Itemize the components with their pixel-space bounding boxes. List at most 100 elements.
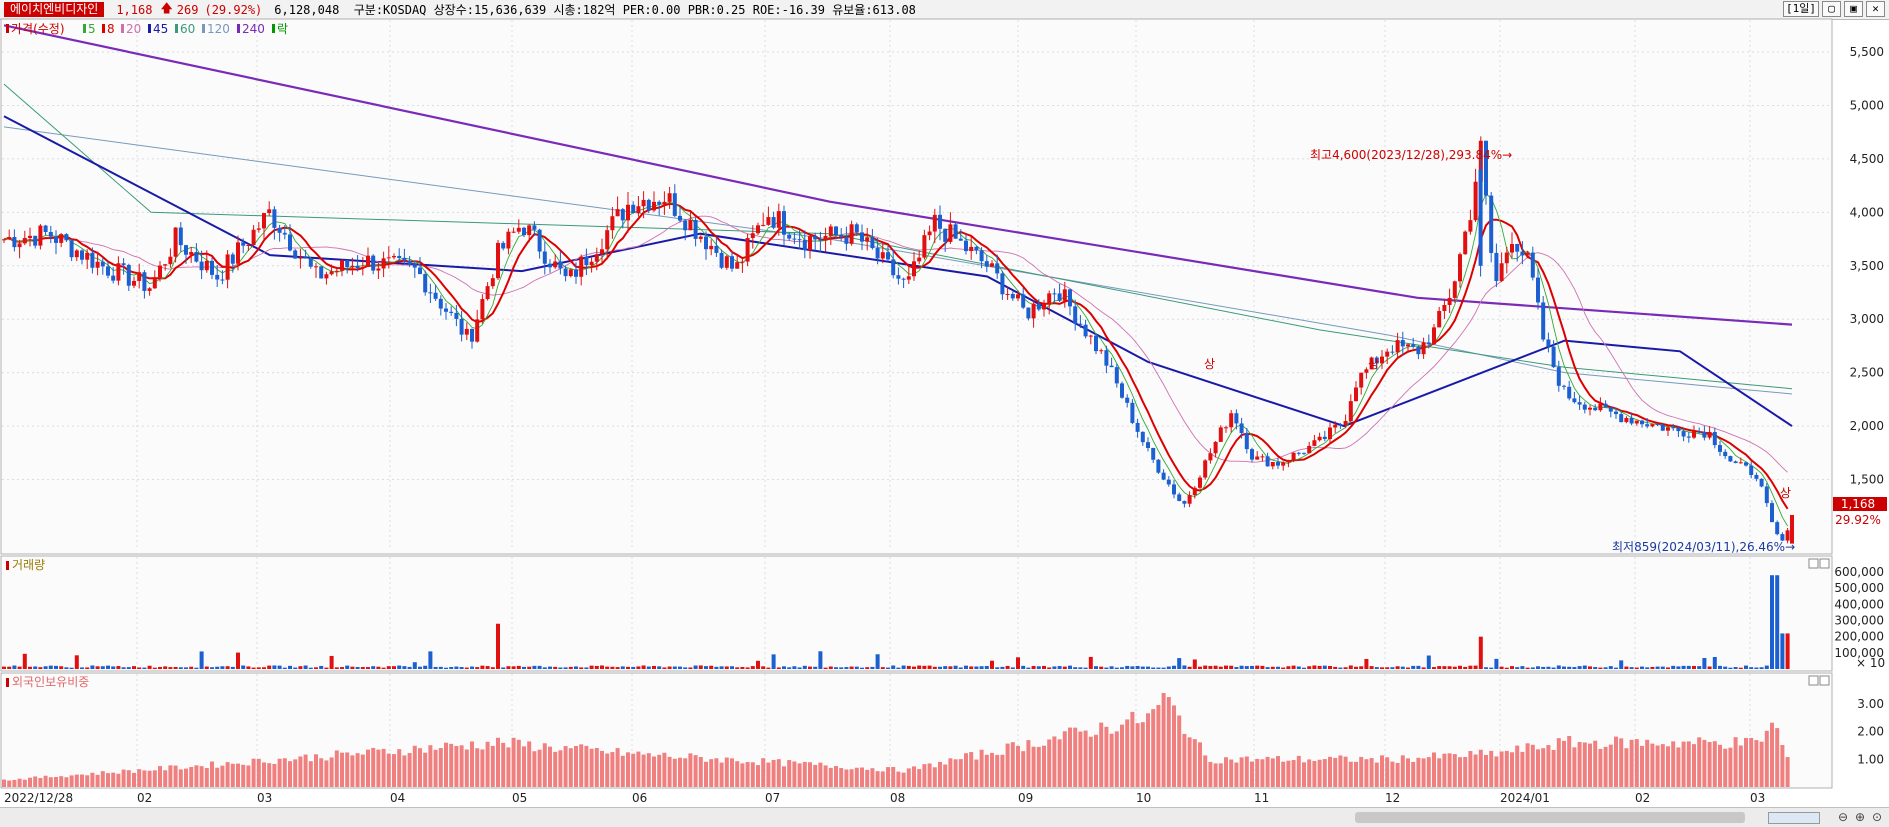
candle-body: [1510, 244, 1514, 253]
volume-bar: [901, 665, 906, 669]
foreign-ratio-bar: [1286, 760, 1291, 787]
volume-bar: [672, 666, 677, 669]
foreign-ratio-bar: [1177, 715, 1182, 787]
foreign-ratio-bar: [1712, 741, 1717, 787]
foreign-ratio-bar: [1728, 747, 1733, 787]
candle-body: [688, 220, 693, 231]
volume-bar: [516, 665, 521, 669]
foreign-ratio-bar: [184, 768, 188, 787]
zoom-in-icon[interactable]: ⊙: [1870, 811, 1884, 824]
volume-bar: [1208, 665, 1213, 669]
foreign-ratio-bar: [1192, 739, 1197, 787]
volume-bar: [1437, 666, 1442, 669]
volume-bar: [1010, 667, 1015, 669]
foreign-ratio-bar: [1525, 743, 1530, 787]
volume-bar: [272, 665, 277, 669]
legend-label: 8: [107, 22, 115, 36]
limit-up-mark: 상: [1368, 357, 1379, 371]
volume-bar: [912, 666, 916, 669]
foreign-ratio-bar: [693, 755, 698, 787]
candle-body: [1546, 339, 1551, 347]
stock-chart[interactable]: 가격(수정) 5 8 20 45 60 120 240 락 최고4,600(2023/12/28…: [0, 0, 1889, 826]
volume-bar: [1452, 666, 1457, 669]
scroll-thumb[interactable]: [1355, 812, 1745, 823]
candle-body: [288, 234, 292, 251]
volume-bar: [1385, 667, 1390, 669]
candle-body: [308, 258, 313, 267]
volume-bar: [787, 667, 792, 669]
candle-body: [537, 229, 542, 252]
candle-body: [59, 234, 64, 243]
volume-bar: [1593, 666, 1598, 669]
foreign-ratio-bar: [444, 742, 448, 787]
volume-y-axis: 600,000500,000400,000300,000200,000100,0…: [1834, 565, 1884, 660]
volume-bar: [1005, 665, 1010, 669]
candle-body: [350, 265, 355, 268]
candle-body: [1712, 431, 1717, 446]
zoom-out-icon[interactable]: ⊕: [1853, 811, 1867, 824]
volume-bar: [641, 665, 646, 669]
foreign-ratio-bar: [1260, 759, 1265, 787]
volume-bar: [1343, 667, 1348, 669]
volume-panel: [0, 555, 1833, 672]
candle-body: [1244, 433, 1249, 450]
candle-body: [1005, 293, 1010, 295]
foreign-ratio-bar: [1364, 759, 1369, 787]
foreign-ratio-bar: [610, 752, 615, 787]
foreign-ratio-bar: [865, 769, 870, 787]
foreign-ratio-bar: [85, 775, 90, 787]
price-panel: [0, 18, 1833, 555]
candle-body: [1395, 340, 1400, 353]
foreign-ratio-bar: [626, 752, 630, 787]
volume-bar: [1640, 666, 1644, 669]
price-tick-label: 4,500: [1850, 152, 1884, 166]
foreign-ratio-bar: [308, 761, 313, 787]
foreign-ratio-bar: [1088, 736, 1093, 787]
foreign-ratio-bar: [511, 737, 516, 787]
volume-bar: [1504, 667, 1509, 669]
zoom-fit-icon[interactable]: ⊖: [1836, 811, 1850, 824]
candle-body: [891, 259, 896, 276]
foreign-ratio-bar: [1234, 762, 1239, 787]
foreign-ratio-bar: [1593, 740, 1598, 787]
candle-body: [1057, 293, 1062, 301]
volume-bar: [1322, 665, 1327, 669]
volume-bar: [1120, 667, 1124, 669]
candle-body: [1265, 456, 1270, 467]
foreign-ratio-bar: [1125, 719, 1130, 787]
foreign-ratio-bar: [298, 756, 303, 787]
candle-body: [1744, 462, 1748, 466]
foreign-ratio-bar: [1619, 738, 1624, 787]
volume-bar: [1426, 655, 1431, 669]
x-tick-label: 09: [1018, 791, 1033, 805]
volume-bar: [433, 666, 438, 669]
foreign-ratio-bar: [366, 749, 370, 787]
volume-bar: [1390, 667, 1395, 669]
volume-bar: [314, 667, 318, 669]
zoom-range-bar[interactable]: [1768, 812, 1820, 824]
candle-body: [1432, 327, 1436, 345]
volume-bar: [1369, 666, 1374, 669]
foreign-ratio-bar: [1244, 756, 1249, 787]
foreign-ratio-bar: [1026, 740, 1031, 787]
candle-body: [158, 265, 162, 279]
candle-body: [1166, 479, 1171, 485]
foreign-ratio-bar: [652, 756, 656, 787]
foreign-ratio-bar: [667, 756, 672, 787]
candle-body: [392, 255, 396, 258]
candle-body: [1426, 342, 1431, 345]
candle-body: [132, 280, 136, 286]
candle-body: [516, 227, 521, 232]
candle-body: [1218, 427, 1223, 442]
foreign-ratio-bar: [1660, 744, 1665, 787]
volume-bar: [163, 666, 168, 669]
volume-bar: [1151, 667, 1156, 669]
chart-scrollbar[interactable]: ⊖ ⊕ ⊙: [0, 807, 1889, 827]
candle-body: [932, 214, 937, 232]
foreign-ratio-bar: [334, 750, 339, 787]
candle-body: [844, 237, 849, 244]
candle-body: [1536, 277, 1540, 303]
foreign-ratio-bar: [48, 777, 53, 787]
volume-bar: [849, 666, 854, 669]
volume-bar: [1499, 666, 1504, 669]
